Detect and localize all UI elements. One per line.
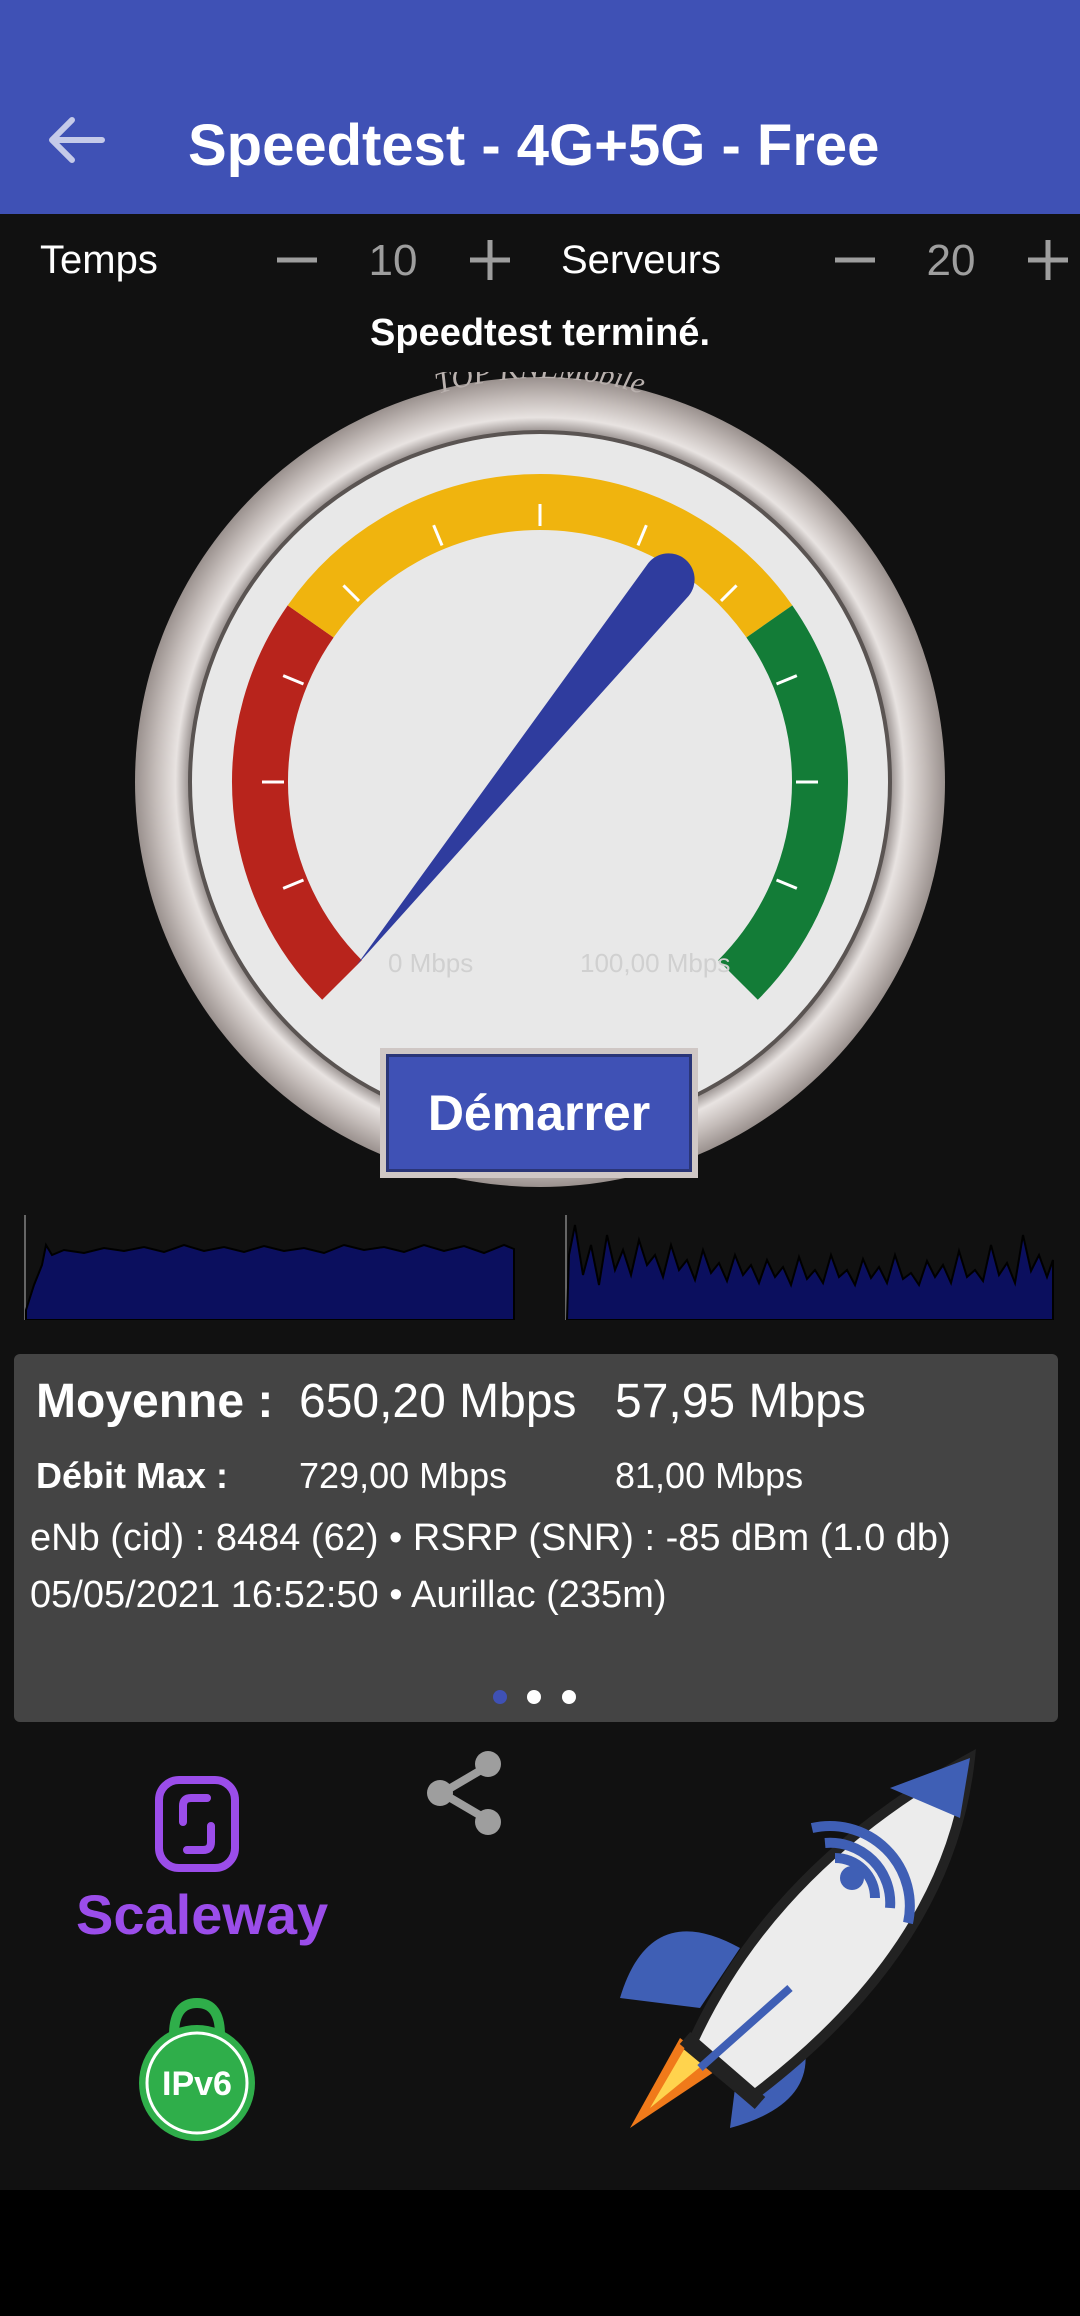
max-label: Débit Max : (36, 1455, 229, 1496)
gauge-max-label: 100,00 Mbps (580, 948, 730, 978)
page-indicator-dot[interactable] (493, 1690, 507, 1704)
app-bar: Speedtest - 4G+5G - Free (0, 0, 1080, 214)
average-upload: 57,95 Mbps (615, 1375, 866, 1428)
max-upload: 81,00 Mbps (615, 1455, 804, 1496)
results-panel[interactable]: Moyenne : 650,20 Mbps 57,95 Mbps Débit M… (14, 1354, 1058, 1722)
start-button-label: Démarrer (386, 1054, 692, 1172)
navigation-bar (0, 2190, 1080, 2316)
max-download: 729,00 Mbps (299, 1455, 508, 1496)
scaleway-logo-icon (155, 1776, 239, 1872)
servers-increase-button[interactable] (1018, 230, 1078, 290)
servers-decrease-button[interactable] (825, 230, 885, 290)
download-graph (24, 1215, 515, 1320)
ipv6-logo: IPv6 (139, 1997, 255, 2141)
arrow-left-icon[interactable] (40, 110, 110, 170)
servers-label: Serveurs (561, 238, 722, 282)
average-download: 650,20 Mbps (299, 1375, 577, 1428)
cell-info: eNb (cid) : 8484 (62) • RSRP (SNR) : -85… (30, 1517, 951, 1559)
rocket-icon (620, 1749, 976, 2128)
servers-value: 20 (926, 236, 976, 285)
time-value: 10 (368, 236, 418, 285)
start-button[interactable]: Démarrer (380, 1048, 698, 1178)
status-text: Speedtest terminé. (370, 312, 710, 354)
time-decrease-button[interactable] (267, 230, 327, 290)
time-label: Temps (40, 238, 158, 282)
average-label: Moyenne : (36, 1375, 274, 1428)
ipv6-logo-text: IPv6 (162, 2065, 232, 2103)
time-increase-button[interactable] (460, 230, 520, 290)
gauge-face (188, 430, 892, 1134)
page-indicator-dot[interactable] (562, 1690, 576, 1704)
page-indicator-dot[interactable] (527, 1690, 541, 1704)
time-location: 05/05/2021 16:52:50 • Aurillac (235m) (30, 1574, 667, 1616)
page-title: Speedtest - 4G+5G - Free (188, 113, 880, 178)
scaleway-logo-text: Scaleway (76, 1883, 329, 1946)
upload-graph (565, 1215, 1054, 1320)
share-icon[interactable] (420, 1748, 510, 1838)
gauge-min-label: 0 Mbps (388, 948, 473, 978)
